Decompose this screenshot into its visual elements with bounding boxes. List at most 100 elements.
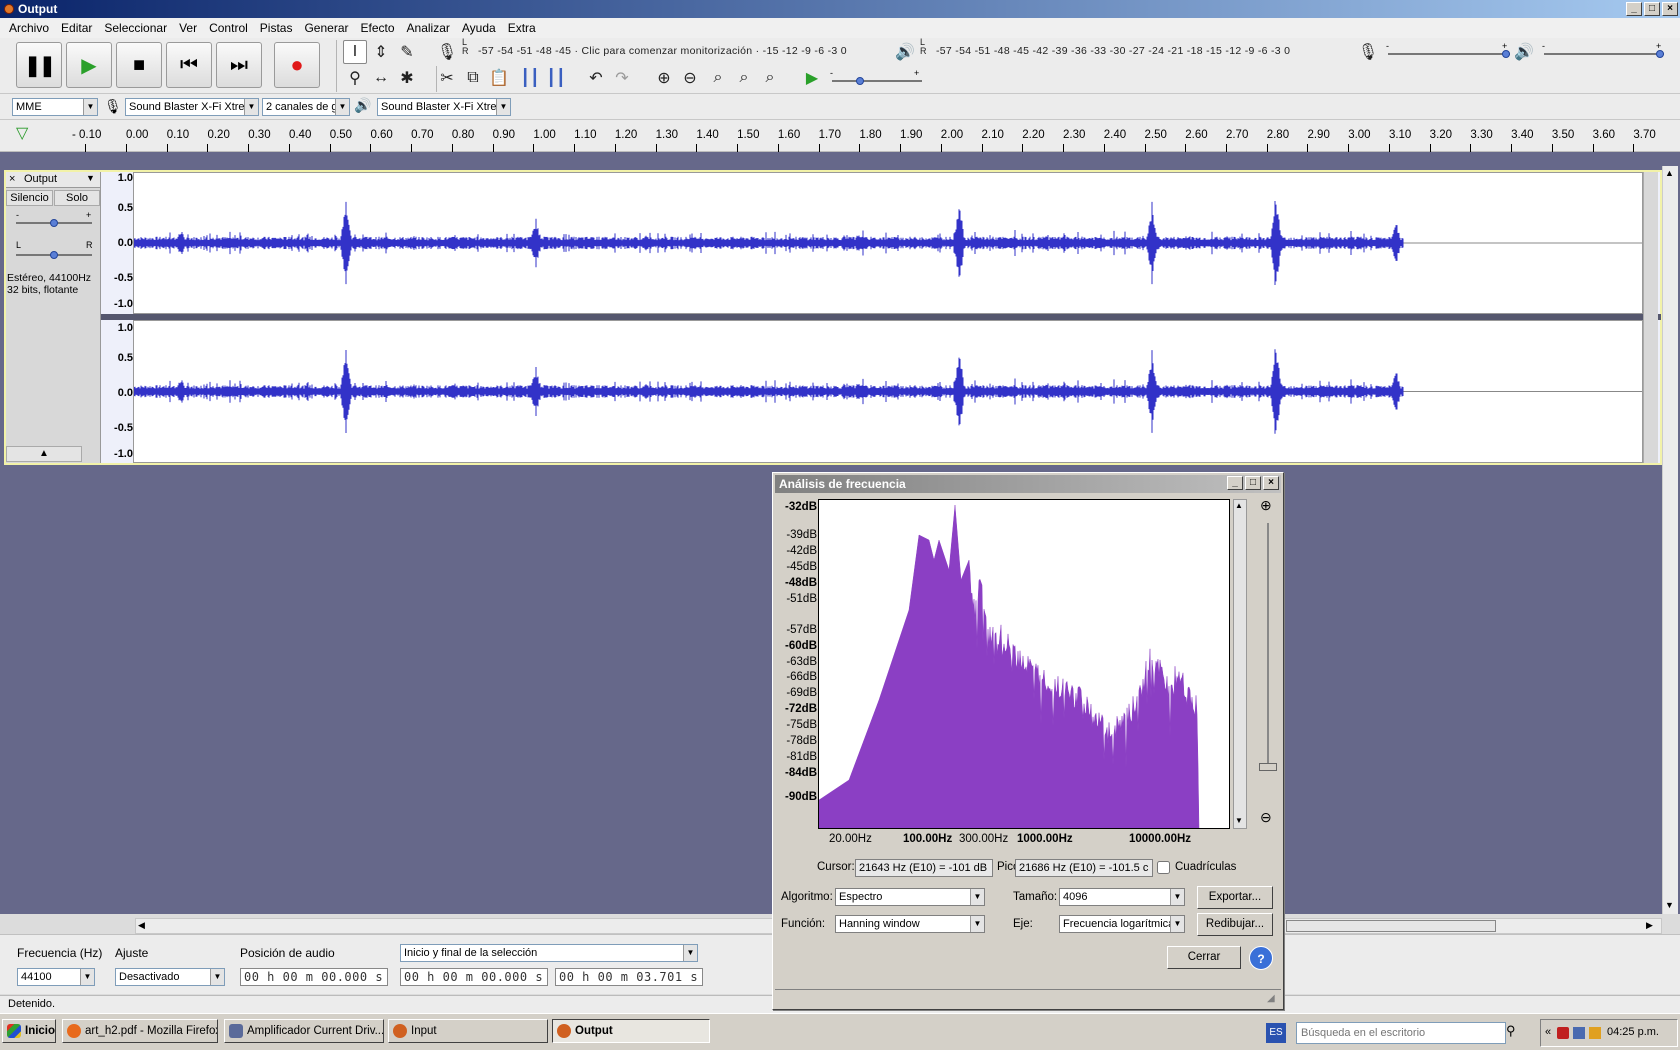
minimize-button[interactable]: _: [1626, 2, 1642, 16]
network-icon[interactable]: [1573, 1027, 1585, 1039]
task-input[interactable]: Input: [388, 1019, 548, 1043]
mute-button[interactable]: Silencio: [6, 190, 53, 206]
start-button[interactable]: Inicio: [2, 1019, 56, 1043]
audio-host-select[interactable]: MME ▼: [12, 98, 98, 116]
scroll-up-icon[interactable]: ▲: [1235, 501, 1243, 510]
task-amplificador[interactable]: Amplificador Current Driv...: [224, 1019, 384, 1043]
selection-end-field[interactable]: 00 h 00 m 03.701 s: [555, 968, 703, 986]
selection-tool[interactable]: I: [343, 40, 367, 64]
menu-ver[interactable]: Ver: [173, 21, 203, 35]
dialog-minimize-button[interactable]: _: [1227, 476, 1243, 490]
project-rate-select[interactable]: 44100 ▼: [17, 968, 95, 986]
input-volume-slider[interactable]: [1388, 50, 1510, 58]
axis-select[interactable]: Frecuencia logarítmica ▼: [1059, 915, 1185, 933]
menu-efecto[interactable]: Efecto: [355, 21, 401, 35]
pause-button[interactable]: ❚❚: [16, 42, 62, 88]
language-indicator[interactable]: ES: [1266, 1023, 1286, 1043]
selection-start-field[interactable]: 00 h 00 m 00.000 s: [400, 968, 548, 986]
dialog-close-button[interactable]: ×: [1263, 476, 1279, 490]
record-meter-button[interactable]: 🎙: [435, 40, 459, 64]
solo-button[interactable]: Solo: [54, 190, 100, 206]
scroll-right-icon[interactable]: ▶: [1646, 920, 1653, 931]
trim-button[interactable]: ┃┃: [518, 66, 542, 90]
waveform-channel-2[interactable]: [133, 320, 1643, 463]
collapse-track-button[interactable]: ▲: [6, 446, 82, 462]
scroll-thumb[interactable]: [1286, 920, 1496, 932]
zoom-in-icon[interactable]: ⊕: [1260, 497, 1272, 514]
zoom-tool[interactable]: ⚲: [343, 66, 367, 90]
desktop-search-input[interactable]: [1296, 1022, 1506, 1044]
grid-checkbox[interactable]: [1157, 861, 1170, 874]
scroll-down-icon[interactable]: ▼: [1235, 816, 1243, 825]
zoom-toggle-button[interactable]: ⌕: [758, 66, 782, 90]
waveform-channel-1[interactable]: [133, 172, 1643, 314]
redraw-button[interactable]: Redibujar...: [1197, 913, 1273, 936]
pan-slider[interactable]: [16, 251, 92, 259]
zoom-in-button[interactable]: ⊕: [652, 66, 676, 90]
output-volume-slider[interactable]: [1544, 50, 1664, 58]
dialog-maximize-button[interactable]: □: [1245, 476, 1261, 490]
timeline-ruler[interactable]: ▽ - 0.10 0.00 0.10 0.20 0.30 0.40 0.50 0.60 0.70…: [0, 120, 1680, 152]
menu-pistas[interactable]: Pistas: [254, 21, 299, 35]
undo-button[interactable]: ↶: [584, 66, 608, 90]
menu-generar[interactable]: Generar: [298, 21, 354, 35]
menu-control[interactable]: Control: [203, 21, 254, 35]
channels-select[interactable]: 2 canales de g ▼: [262, 98, 350, 116]
track-menu-chevron-icon[interactable]: ▼: [86, 173, 95, 183]
play-speed-slider[interactable]: [832, 77, 922, 85]
fit-project-button[interactable]: ⌕: [732, 66, 756, 90]
slider-knob[interactable]: [50, 251, 58, 259]
task-output[interactable]: Output: [552, 1019, 710, 1043]
zoom-slider-thumb[interactable]: [1259, 763, 1277, 771]
track-name[interactable]: Output: [24, 173, 57, 185]
close-dialog-button[interactable]: Cerrar: [1167, 946, 1241, 969]
zoom-slider-track[interactable]: [1267, 523, 1269, 763]
spectrum-plot[interactable]: [818, 499, 1230, 829]
algorithm-select[interactable]: Espectro ▼: [835, 888, 985, 906]
menu-analizar[interactable]: Analizar: [401, 21, 456, 35]
search-icon[interactable]: ⚲: [1506, 1023, 1516, 1039]
timeshift-tool[interactable]: ↔: [369, 66, 393, 90]
slider-knob[interactable]: [1502, 50, 1510, 58]
record-button[interactable]: ●: [274, 42, 320, 88]
menu-archivo[interactable]: Archivo: [3, 21, 55, 35]
play-button[interactable]: ▶: [66, 42, 112, 88]
cut-button[interactable]: ✂: [435, 66, 459, 90]
multi-tool[interactable]: ✱: [395, 66, 419, 90]
menu-seleccionar[interactable]: Seleccionar: [98, 21, 173, 35]
playback-meter-button[interactable]: 🔊: [893, 40, 917, 64]
stop-button[interactable]: ■: [116, 42, 162, 88]
volume-tray-icon[interactable]: [1589, 1027, 1601, 1039]
slider-knob[interactable]: [856, 77, 864, 85]
slider-knob[interactable]: [1656, 50, 1664, 58]
record-meter-scale[interactable]: -57 -54 -51 -48 -45 · Clic para comenzar…: [478, 42, 876, 60]
zoom-out-icon[interactable]: ⊖: [1260, 809, 1272, 826]
paste-button[interactable]: 📋: [487, 66, 511, 90]
output-device-select[interactable]: Sound Blaster X-Fi Xtrer ▼: [377, 98, 511, 116]
plot-vertical-scrollbar[interactable]: ▲ ▼: [1233, 499, 1247, 829]
help-button[interactable]: ?: [1249, 946, 1273, 970]
scroll-down-icon[interactable]: ▼: [1665, 900, 1674, 910]
playback-meter-scale[interactable]: -57 -54 -51 -48 -45 -42 -39 -36 -33 -30 …: [936, 42, 1336, 60]
resize-grip-icon[interactable]: ◢: [1267, 993, 1275, 1004]
menu-extra[interactable]: Extra: [502, 21, 542, 35]
snap-select[interactable]: Desactivado ▼: [115, 968, 225, 986]
redo-button[interactable]: ↷: [610, 66, 634, 90]
silence-button[interactable]: ┃┃: [544, 66, 568, 90]
play-at-speed-button[interactable]: ▶: [800, 66, 824, 90]
vertical-scrollbar[interactable]: ▲ ▼: [1662, 166, 1678, 914]
close-button[interactable]: ×: [1662, 2, 1678, 16]
skip-start-button[interactable]: ⏮: [166, 42, 212, 88]
size-select[interactable]: 4096 ▼: [1059, 888, 1185, 906]
copy-button[interactable]: ⧉: [461, 66, 485, 90]
maximize-button[interactable]: □: [1644, 2, 1660, 16]
menu-editar[interactable]: Editar: [55, 21, 98, 35]
menu-ayuda[interactable]: Ayuda: [456, 21, 502, 35]
audio-position-field[interactable]: 00 h 00 m 00.000 s: [240, 968, 388, 986]
fit-selection-button[interactable]: ⌕: [706, 66, 730, 90]
function-select[interactable]: Hanning window ▼: [835, 915, 985, 933]
slider-knob[interactable]: [50, 219, 58, 227]
skip-end-button[interactable]: ⏭: [216, 42, 262, 88]
security-shield-icon[interactable]: [1557, 1027, 1569, 1039]
envelope-tool[interactable]: ⇕: [369, 40, 393, 64]
